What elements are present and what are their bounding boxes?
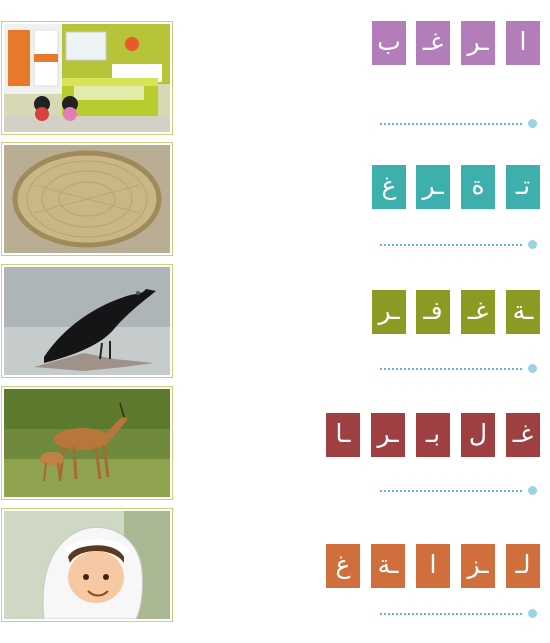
boy-picture [1, 508, 173, 622]
answer-line[interactable] [380, 368, 522, 370]
answer-line[interactable] [380, 244, 522, 246]
answer-line[interactable] [380, 613, 522, 615]
letter-tiles: لـ ـز ا ـة غ [326, 544, 540, 588]
letter-tile[interactable]: غ [326, 544, 360, 588]
letter-tile[interactable]: ـر [371, 413, 405, 457]
woven-tray-image [4, 145, 170, 253]
letter-tiles: ـة غـ فـ ـر [372, 290, 540, 334]
letter-tile[interactable]: غـ [506, 413, 540, 457]
letter-tile[interactable]: تـ [506, 165, 540, 209]
gazelle-image [4, 389, 170, 497]
letter-tile[interactable]: ـة [371, 544, 405, 588]
boy-cartoon-image [4, 511, 170, 619]
letter-tile[interactable]: ـر [416, 165, 450, 209]
exercise-row-3: ـة غـ فـ ـر [0, 264, 550, 382]
letter-tile[interactable]: ل [461, 413, 495, 457]
answer-line[interactable] [380, 123, 522, 125]
letter-tile[interactable]: لـ [506, 544, 540, 588]
answer-bullet [528, 240, 537, 249]
letter-tile[interactable]: ـة [506, 290, 540, 334]
letter-tile[interactable]: غـ [416, 21, 450, 65]
answer-bullet [528, 486, 537, 495]
letter-tile[interactable]: ـز [461, 544, 495, 588]
letter-tile[interactable]: ة [461, 165, 495, 209]
letter-tile[interactable]: ا [506, 21, 540, 65]
bedroom-picture [1, 21, 173, 135]
letter-tiles: غـ ل بـ ـر ـا [326, 413, 540, 457]
bedroom-image [4, 24, 170, 132]
answer-bullet [528, 609, 537, 618]
letter-tile[interactable]: ب [372, 21, 406, 65]
answer-bullet [528, 364, 537, 373]
letter-tile[interactable]: ـر [461, 21, 495, 65]
letter-tile[interactable]: ـر [372, 290, 406, 334]
gazelle-picture [1, 386, 173, 500]
exercise-row-2: تـ ة ـر غ [0, 142, 550, 260]
letter-tile[interactable]: فـ [416, 290, 450, 334]
crow-picture [1, 264, 173, 378]
answer-line[interactable] [380, 490, 522, 492]
letter-tile[interactable]: غ [372, 165, 406, 209]
letter-tile[interactable]: ا [416, 544, 450, 588]
letter-tiles: ا ـر غـ ب [372, 21, 540, 65]
crow-image [4, 267, 170, 375]
letter-tile[interactable]: غـ [461, 290, 495, 334]
letter-tile[interactable]: بـ [416, 413, 450, 457]
letter-tile[interactable]: ـا [326, 413, 360, 457]
answer-bullet [528, 119, 537, 128]
exercise-row-4: غـ ل بـ ـر ـا [0, 386, 550, 504]
exercise-row-5: لـ ـز ا ـة غ [0, 508, 550, 626]
exercise-row-1: ا ـر غـ ب [0, 21, 550, 139]
tray-picture [1, 142, 173, 256]
letter-tiles: تـ ة ـر غ [372, 165, 540, 209]
